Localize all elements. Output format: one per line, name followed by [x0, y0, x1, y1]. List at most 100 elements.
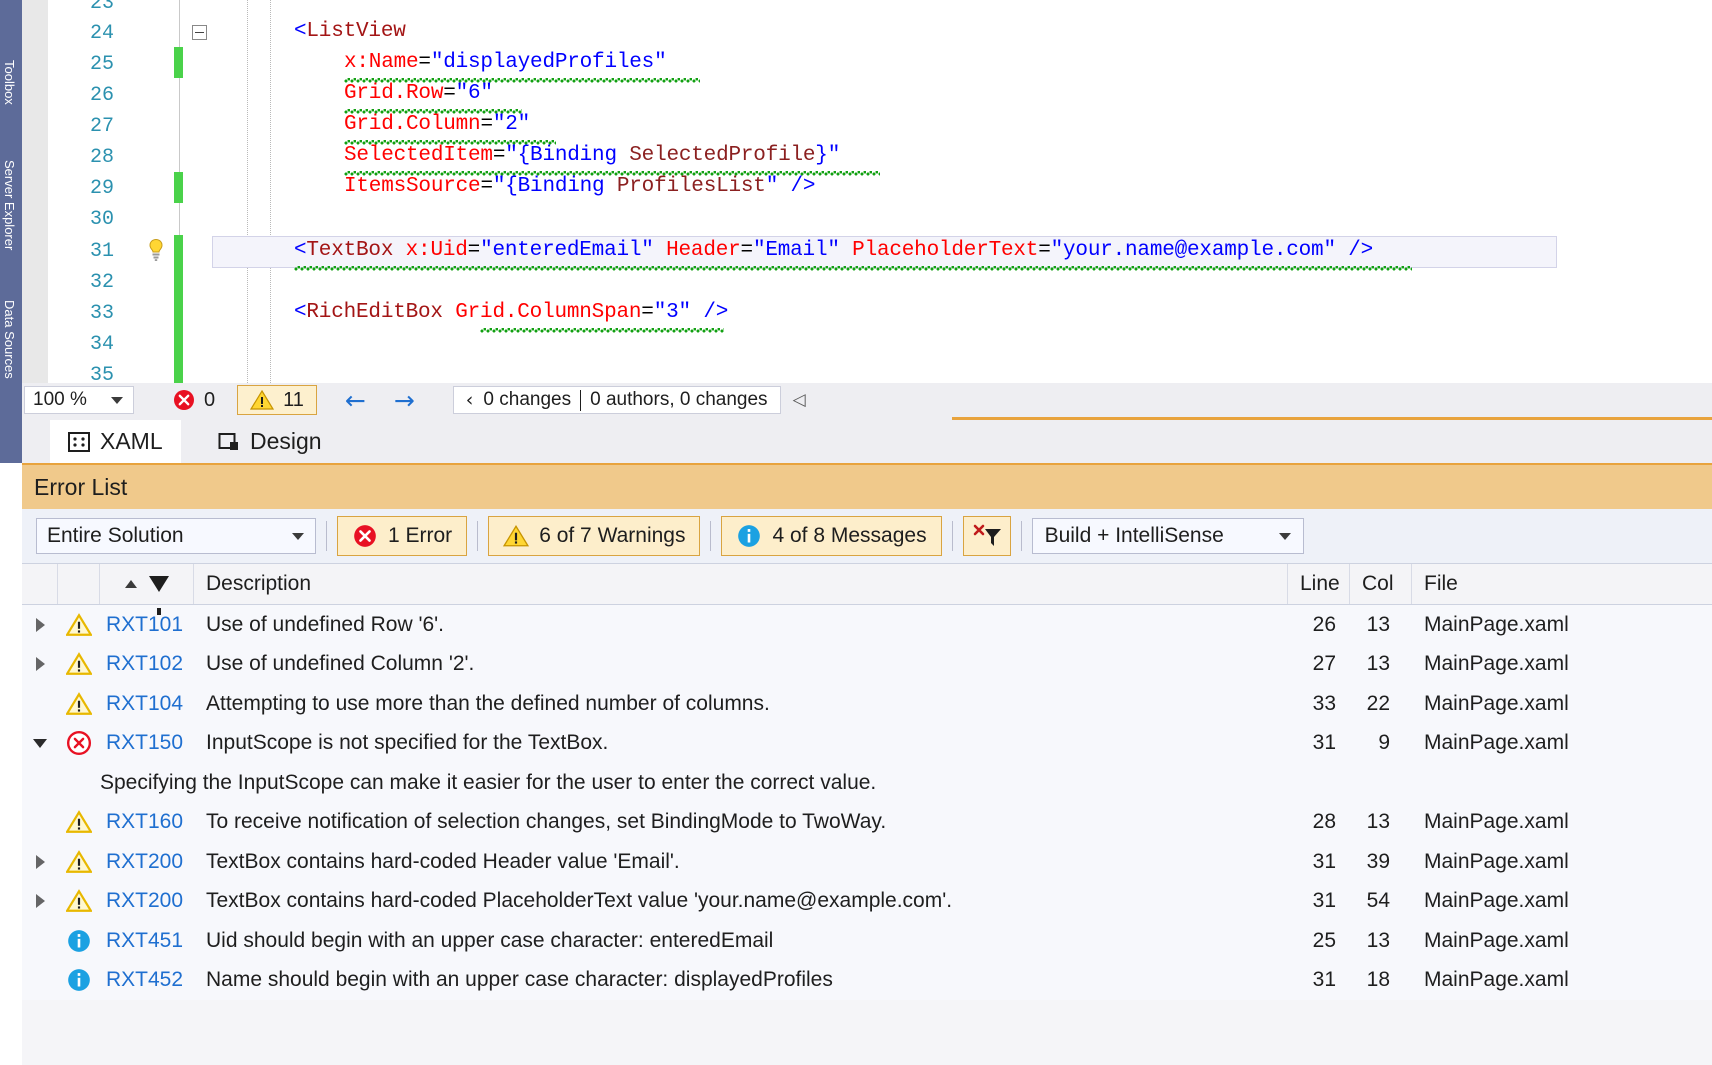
navigate-forward-button[interactable]: →: [394, 388, 415, 413]
table-row[interactable]: RXT200 TextBox contains hard-coded Placeh…: [22, 881, 1712, 921]
filter-funnel-icon[interactable]: [148, 576, 169, 615]
table-row[interactable]: RXT150 InputScope is not specified for th…: [22, 723, 1712, 763]
editor-error-count[interactable]: 0: [172, 388, 215, 412]
dock-label-server-explorer[interactable]: Server Explorer: [2, 160, 17, 250]
tab-design-label: Design: [250, 428, 322, 454]
squiggle-underline: [294, 266, 1412, 271]
warning-icon: [250, 389, 275, 410]
row-code[interactable]: RXT200: [100, 889, 194, 913]
code-line-33[interactable]: <RichEditBox Grid.ColumnSpan="3" />: [294, 301, 728, 324]
error-list-rows: RXT101 Use of undefined Row '6'. 26 13 MainP…: [22, 605, 1712, 1000]
change-bar: [174, 235, 183, 383]
errors-filter-button[interactable]: 1 Error: [337, 516, 468, 556]
lightbulb-icon[interactable]: [146, 238, 166, 262]
expander-collapsed-icon[interactable]: [35, 854, 45, 869]
header-file[interactable]: File: [1412, 564, 1712, 604]
header-code[interactable]: [100, 564, 194, 615]
row-expander[interactable]: [22, 617, 58, 632]
row-expander[interactable]: [22, 738, 58, 748]
scope-filter-combo[interactable]: Entire Solution: [36, 518, 316, 554]
chevron-left-icon: ‹: [465, 389, 474, 411]
build-filter-combo[interactable]: Build + IntelliSense: [1031, 518, 1304, 554]
row-file: MainPage.xaml: [1424, 652, 1569, 676]
row-expander[interactable]: [22, 657, 58, 672]
header-col[interactable]: Col: [1350, 564, 1412, 604]
code-line-31[interactable]: <TextBox x:Uid="enteredEmail" Header="Em…: [294, 239, 1373, 262]
error-list-title-bar[interactable]: Error List: [22, 463, 1712, 509]
row-expander[interactable]: [22, 854, 58, 869]
code-line-26[interactable]: Grid.Row="6": [344, 82, 493, 105]
row-file: MainPage.xaml: [1424, 849, 1569, 873]
code-line-29[interactable]: ItemsSource="{Binding ProfilesList" />: [344, 175, 816, 198]
table-row[interactable]: RXT102 Use of undefined Column '2'. 27 13 Ma…: [22, 644, 1712, 684]
table-row[interactable]: RXT104 Attempting to use more than the de…: [22, 684, 1712, 724]
row-code[interactable]: RXT160: [100, 810, 194, 834]
tab-xaml-label: XAML: [100, 428, 163, 454]
tab-xaml[interactable]: XAML: [50, 420, 181, 463]
navigate-back-button[interactable]: ←: [345, 388, 366, 413]
table-row[interactable]: RXT101 Use of undefined Row '6'. 26 13 MainP…: [22, 605, 1712, 645]
expander-expanded-icon[interactable]: [33, 738, 47, 748]
editor-error-count-value: 0: [204, 388, 216, 411]
error-icon: [66, 731, 92, 756]
code-line-28[interactable]: SelectedItem="{Binding SelectedProfile}": [344, 144, 840, 167]
clear-filter-button[interactable]: [962, 516, 1011, 556]
row-description: TextBox contains hard-coded Header value…: [206, 849, 680, 873]
scope-filter-value: Entire Solution: [47, 524, 184, 547]
row-code[interactable]: RXT101: [100, 613, 194, 637]
header-description[interactable]: Description: [194, 564, 1288, 604]
tab-design[interactable]: Design: [200, 420, 340, 463]
table-row[interactable]: RXT452 Name should begin with an upper ca…: [22, 960, 1712, 1000]
row-code[interactable]: RXT102: [100, 652, 194, 676]
error-list-header-row: Description Line Col File: [22, 563, 1712, 615]
row-line: 26: [1312, 612, 1336, 636]
editor-warning-count[interactable]: 11: [237, 385, 317, 415]
row-expander[interactable]: [22, 894, 58, 909]
clear-filter-icon: [973, 524, 1001, 546]
messages-filter-button[interactable]: 4 of 8 Messages: [721, 516, 942, 556]
xaml-code-editor[interactable]: 23 24 25 26 27 28 29 30 31 32 33 34 35 <…: [22, 0, 1712, 383]
dock-label-data-sources[interactable]: Data Sources: [2, 300, 17, 379]
row-severity-icon: [58, 967, 100, 993]
codelens-changes-left[interactable]: 0 changes: [483, 389, 571, 411]
error-list-title: Error List: [34, 473, 128, 500]
codelens-changes-right[interactable]: 0 authors, 0 changes: [590, 389, 767, 411]
row-file: MainPage.xaml: [1424, 928, 1569, 952]
messages-filter-label: 4 of 8 Messages: [772, 524, 927, 547]
expander-collapsed-icon[interactable]: [35, 894, 45, 909]
line-number: 27: [89, 115, 114, 138]
table-row[interactable]: RXT160 To receive notification of selecti…: [22, 802, 1712, 842]
warning-icon: [66, 810, 92, 834]
dock-label-toolbox[interactable]: Toolbox: [2, 60, 17, 105]
editor-warning-count-value: 11: [283, 388, 304, 411]
warnings-filter-button[interactable]: 6 of 7 Warnings: [488, 516, 701, 556]
code-line-24[interactable]: <ListView: [294, 20, 406, 43]
row-code[interactable]: RXT451: [100, 929, 194, 953]
code-line-25[interactable]: x:Name="displayedProfiles": [344, 51, 667, 74]
row-severity-icon: [58, 928, 100, 954]
info-icon: [68, 969, 90, 992]
row-code[interactable]: RXT104: [100, 692, 194, 716]
left-dock-strip[interactable]: Toolbox Server Explorer Data Sources: [0, 0, 22, 463]
table-row[interactable]: RXT200 TextBox contains hard-coded Header…: [22, 842, 1712, 882]
expander-collapsed-icon[interactable]: [35, 617, 45, 632]
row-line: 31: [1312, 849, 1336, 873]
row-code[interactable]: RXT200: [100, 850, 194, 874]
editor-status-bar: 100 % 0 11 ← → ‹ 0 changes 0 authors, 0 …: [22, 383, 1712, 417]
code-line-27[interactable]: Grid.Column="2": [344, 113, 530, 136]
codelens-changes-indicator[interactable]: ‹ 0 changes 0 authors, 0 changes: [452, 386, 781, 414]
table-row[interactable]: RXT451 Uid should begin with an upper cas…: [22, 921, 1712, 961]
row-code[interactable]: RXT150: [100, 731, 194, 755]
sort-ascending-icon[interactable]: [124, 580, 137, 588]
line-number: 29: [89, 177, 114, 200]
zoom-level-combo[interactable]: 100 %: [24, 386, 134, 414]
collapse-outline-toggle[interactable]: [192, 25, 207, 40]
row-detail: Specifying the InputScope can make it ea…: [22, 763, 1712, 803]
chevron-down-icon: [292, 532, 304, 540]
codelens-collapse-icon[interactable]: ◁: [793, 390, 806, 410]
expander-collapsed-icon[interactable]: [35, 657, 45, 672]
row-line: 31: [1312, 968, 1336, 992]
editor-gutter: [22, 0, 48, 383]
row-code[interactable]: RXT452: [100, 968, 194, 992]
header-line[interactable]: Line: [1288, 564, 1350, 604]
